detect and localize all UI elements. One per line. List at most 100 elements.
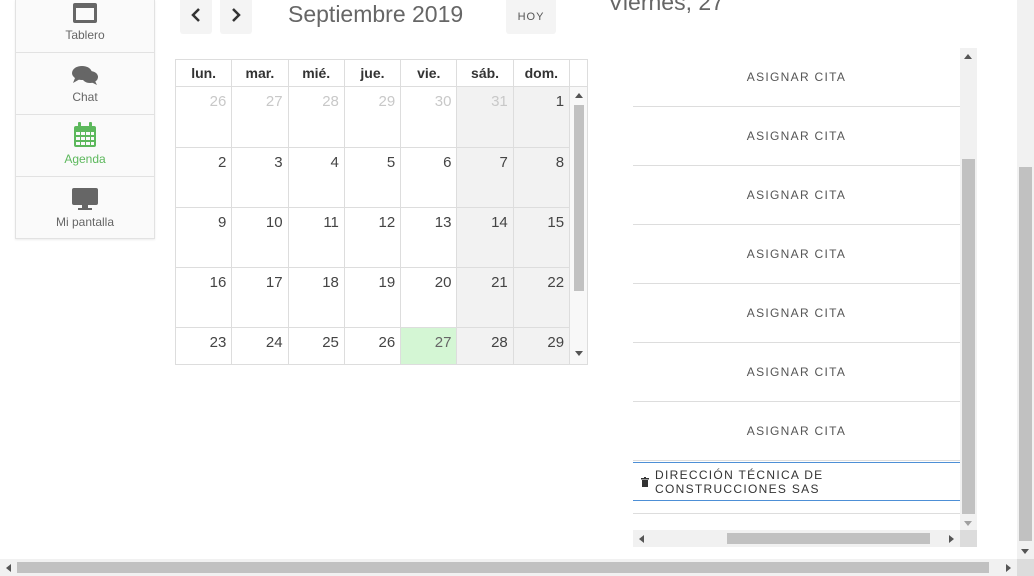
day-cell[interactable]: 20 — [401, 268, 458, 327]
empty-slot — [633, 501, 960, 514]
arrow-right-icon[interactable] — [1006, 564, 1011, 572]
arrow-down-icon[interactable] — [964, 521, 972, 526]
weekday-header: lun. mar. mié. jue. vie. sáb. dom. — [176, 60, 587, 87]
day-cell[interactable]: 10 — [232, 208, 289, 267]
day-cell-today[interactable]: 27 — [401, 328, 458, 364]
day-cell[interactable]: 2 — [176, 148, 233, 207]
day-cell[interactable]: 12 — [345, 208, 402, 267]
next-month-button[interactable] — [220, 0, 252, 34]
assign-appointment-button[interactable]: ASIGNAR CITA — [633, 166, 960, 225]
day-cell[interactable]: 28 — [289, 87, 345, 147]
day-cell[interactable]: 29 — [345, 87, 402, 147]
scrollbar-thumb[interactable] — [1019, 167, 1032, 541]
calendar-scrollbar[interactable] — [570, 87, 587, 364]
assign-appointment-button[interactable]: ASIGNAR CITA — [633, 284, 960, 343]
day-cell[interactable]: 22 — [513, 268, 571, 327]
day-cell[interactable]: 25 — [289, 328, 345, 364]
chat-icon — [71, 64, 99, 86]
day-cell[interactable]: 30 — [401, 87, 458, 147]
assign-appointment-button[interactable]: ASIGNAR CITA — [633, 107, 960, 166]
arrow-down-icon[interactable] — [575, 351, 583, 356]
day-title: Viernes, 27 — [608, 0, 724, 15]
day-cell[interactable]: 31 — [457, 87, 514, 147]
assign-appointment-button[interactable]: ASIGNAR CITA — [633, 343, 960, 402]
calendar-week: 23 24 25 26 27 28 29 — [176, 328, 587, 364]
appointment-list: ASIGNAR CITA ASIGNAR CITA ASIGNAR CITA A… — [633, 48, 977, 548]
weekday-label: dom. — [514, 60, 570, 86]
day-cell[interactable]: 19 — [345, 268, 402, 327]
day-cell[interactable]: 5 — [345, 148, 402, 207]
sidebar-item-label: Mi pantalla — [55, 215, 115, 229]
sidebar: Tablero Chat Agenda Mi pantalla — [15, 0, 155, 239]
calendar-week: 16 17 18 19 20 21 22 — [176, 268, 587, 328]
calendar-week: 2 3 4 5 6 7 8 — [176, 148, 587, 208]
sidebar-item-chat[interactable]: Chat — [16, 53, 154, 115]
scrollbar-thumb[interactable] — [727, 533, 930, 544]
booked-appointment[interactable]: DIRECCIÓN TÉCNICA DE CONSTRUCCIONES SAS — [633, 462, 960, 501]
appointment-horizontal-scrollbar[interactable] — [633, 530, 960, 547]
day-cell[interactable]: 14 — [457, 208, 514, 267]
scrollbar-corner — [960, 530, 977, 547]
prev-month-button[interactable] — [180, 0, 212, 34]
trash-icon[interactable] — [641, 476, 649, 487]
day-cell[interactable]: 9 — [176, 208, 233, 267]
page-vertical-scrollbar[interactable] — [1017, 0, 1034, 559]
scrollbar-thumb[interactable] — [574, 105, 584, 291]
day-cell[interactable]: 18 — [289, 268, 345, 327]
weekday-label: mié. — [289, 60, 345, 86]
scrollbar-thumb[interactable] — [17, 562, 989, 573]
month-title: Septiembre 2019 — [288, 1, 464, 27]
day-cell[interactable]: 27 — [232, 87, 289, 147]
day-cell[interactable]: 28 — [457, 328, 514, 364]
arrow-up-icon[interactable] — [964, 54, 972, 59]
chevron-right-icon — [230, 7, 242, 28]
day-cell[interactable]: 3 — [232, 148, 289, 207]
sidebar-item-label: Chat — [72, 90, 98, 104]
day-cell[interactable]: 6 — [401, 148, 458, 207]
day-cell[interactable]: 8 — [513, 148, 571, 207]
arrow-left-icon[interactable] — [6, 564, 11, 572]
today-button[interactable]: HOY — [506, 0, 556, 34]
day-cell[interactable]: 7 — [457, 148, 514, 207]
day-cell[interactable]: 1 — [513, 87, 571, 147]
assign-appointment-button[interactable]: ASIGNAR CITA — [633, 402, 960, 461]
day-cell[interactable]: 11 — [289, 208, 345, 267]
page-horizontal-scrollbar[interactable] — [0, 559, 1017, 576]
assign-appointment-button[interactable]: ASIGNAR CITA — [633, 48, 960, 107]
appointment-vertical-scrollbar[interactable] — [960, 48, 977, 530]
arrow-up-icon[interactable] — [575, 93, 583, 98]
day-cell[interactable]: 24 — [232, 328, 289, 364]
day-cell[interactable]: 26 — [345, 328, 402, 364]
weekday-label: lun. — [176, 60, 233, 86]
weekday-label: vie. — [401, 60, 458, 86]
day-cell[interactable]: 21 — [457, 268, 514, 327]
sidebar-item-label: Agenda — [64, 152, 106, 166]
day-cell[interactable]: 4 — [289, 148, 345, 207]
sidebar-item-agenda[interactable]: Agenda — [16, 115, 154, 177]
day-cell[interactable]: 23 — [176, 328, 233, 364]
dashboard-icon — [72, 2, 98, 24]
assign-appointment-button[interactable]: ASIGNAR CITA — [633, 225, 960, 284]
calendar-week: 26 27 28 29 30 31 1 — [176, 87, 587, 148]
monitor-icon — [71, 187, 99, 211]
day-cell[interactable]: 17 — [232, 268, 289, 327]
chevron-left-icon — [190, 7, 202, 28]
scrollbar-corner — [1017, 559, 1034, 576]
header-spacer — [570, 60, 587, 86]
weekday-label: sáb. — [457, 60, 514, 86]
day-cell[interactable]: 15 — [513, 208, 571, 267]
scrollbar-thumb[interactable] — [962, 159, 975, 514]
month-calendar: lun. mar. mié. jue. vie. sáb. dom. 26 27… — [175, 59, 588, 365]
arrow-right-icon[interactable] — [949, 535, 954, 543]
day-cell[interactable]: 26 — [176, 87, 233, 147]
weekday-label: jue. — [345, 60, 402, 86]
sidebar-item-mi-pantalla[interactable]: Mi pantalla — [16, 177, 154, 239]
day-cell[interactable]: 29 — [513, 328, 571, 364]
sidebar-item-tablero[interactable]: Tablero — [16, 0, 154, 53]
day-cell[interactable]: 13 — [401, 208, 458, 267]
calendar-body: 26 27 28 29 30 31 1 2 3 4 5 6 7 8 9 10 1… — [176, 87, 587, 364]
arrow-down-icon[interactable] — [1021, 549, 1029, 554]
day-cell[interactable]: 16 — [176, 268, 233, 327]
calendar-week: 9 10 11 12 13 14 15 — [176, 208, 587, 268]
arrow-left-icon[interactable] — [639, 535, 644, 543]
